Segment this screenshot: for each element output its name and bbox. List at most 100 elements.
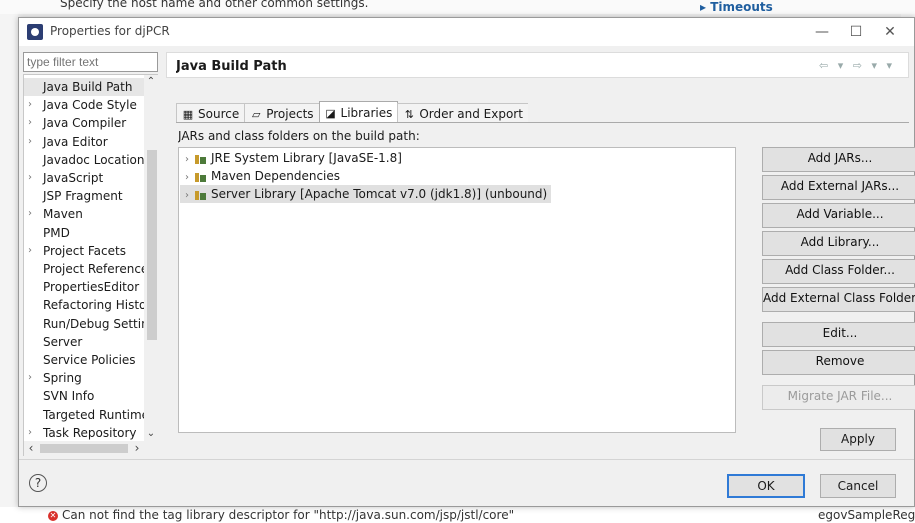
library-entry[interactable]: › Server Library [Apache Tomcat v7.0 (jdk… [180,185,552,205]
close-button[interactable]: ✕ [873,18,907,46]
migrate-jar-file-button[interactable]: Migrate JAR File... [762,385,915,410]
error-icon: ✕ [48,510,58,521]
library-icon [194,171,208,183]
apply-button[interactable]: Apply [820,428,896,451]
tree-item[interactable]: Service Policies [24,351,144,369]
tree-horizontal-scrollbar[interactable]: ‹ › [24,441,158,456]
scroll-right-icon[interactable]: › [130,441,144,456]
build-path-tabs: ▦ Source ▱ Projects ◪ Libraries ⇅ Order and Exp… [176,101,528,123]
add-class-folder-button[interactable]: Add Class Folder... [762,259,915,284]
tree-item-label: Refactoring History [43,298,144,313]
tree-item-label: Service Policies [43,353,136,367]
tree-item[interactable]: SVN Info [24,387,144,405]
tree-item-label: Java Code Style [43,98,137,113]
add-variable-button[interactable]: Add Variable... [762,203,915,228]
libraries-icon: ◪ [325,107,336,120]
expand-chevron-icon[interactable]: › [28,242,32,260]
edit-button[interactable]: Edit... [762,322,915,347]
tree-item[interactable]: Refactoring History [24,296,144,314]
library-icon [194,153,208,165]
tree-item-label: JavaScript [43,171,104,185]
expand-chevron-icon[interactable]: › [28,369,32,387]
minimize-button[interactable]: — [805,18,839,46]
scroll-up-icon[interactable]: ⌃ [144,75,158,89]
tree-item[interactable]: › JavaScript [24,169,144,187]
tab-label: Projects [266,107,314,121]
expand-chevron-icon[interactable]: › [28,96,32,114]
tree-item[interactable]: JSP Fragment [24,187,144,205]
scroll-down-icon[interactable]: ⌄ [144,427,158,441]
tree-item-label: JSP Fragment [43,189,123,204]
library-entry[interactable]: › Maven Dependencies [180,167,340,185]
tab-label: Source [198,107,240,121]
page-title: Java Build Path [176,59,287,74]
background-error-message[interactable]: ✕ Can not find the tag library descriptor… [48,508,514,522]
tree-item[interactable]: Run/Debug Settings [24,315,144,333]
tree-item-label: Java Editor [43,134,108,149]
tab-divider [176,122,909,123]
projects-icon: ▱ [251,108,261,121]
background-file-name[interactable]: egovSampleRegis [818,508,915,522]
library-label: Maven Dependencies [211,169,341,183]
tree-item-label: Targeted Runtimes [43,407,144,422]
expand-chevron-icon[interactable]: › [28,205,32,223]
expand-chevron-icon[interactable]: › [28,424,32,442]
tab-libraries[interactable]: ◪ Libraries [318,101,399,123]
tab-order-and-export[interactable]: ⇅ Order and Export [397,103,528,123]
page-header: Java Build Path ⇦ ▾ ⇨ ▾ ▾ [166,52,909,78]
tree-item[interactable]: › Java Compiler [24,114,144,132]
order-export-icon: ⇅ [404,108,414,121]
java-build-path-page: Java Build Path ⇦ ▾ ⇨ ▾ ▾ ▦ Source ▱ Projec… [166,46,915,452]
library-entry[interactable]: › JRE System Library [JavaSE-1.8] [180,149,402,167]
source-folder-icon: ▦ [182,108,194,121]
scroll-thumb[interactable] [147,150,157,340]
expand-chevron-icon[interactable]: › [28,133,32,151]
add-library-button[interactable]: Add Library... [762,231,915,256]
help-icon[interactable]: ? [29,474,47,492]
tree-item[interactable]: Java Build Path [24,78,144,96]
tree-item[interactable]: Project References [24,260,144,278]
add-external-class-folder-button[interactable]: Add External Class Folder... [762,287,915,312]
tree-item[interactable]: › Project Facets [24,242,144,260]
library-label: Server Library [Apache Tomcat v7.0 (jdk1… [211,187,548,201]
tree-item-label: PMD [43,225,70,240]
tree-vertical-scrollbar[interactable]: ⌃ ⌄ [144,75,158,441]
libraries-tree[interactable]: › JRE System Library [JavaSE-1.8] › Maven D… [178,147,736,433]
scroll-left-icon[interactable]: ‹ [24,441,38,456]
tree-item-label: Server [43,334,83,349]
tree-item[interactable]: Server [24,333,144,351]
tab-projects[interactable]: ▱ Projects [244,103,320,123]
tree-item[interactable]: › Spring [24,369,144,387]
tree-item-label: PropertiesEditor [43,280,140,295]
tab-source[interactable]: ▦ Source [176,103,246,123]
add-external-jars-button[interactable]: Add External JARs... [762,175,915,200]
scroll-thumb[interactable] [40,444,128,453]
tab-label: Order and Export [419,107,523,121]
tree-item[interactable]: Javadoc Location [24,151,144,169]
tree-item-label: Maven [43,207,83,222]
tree-item[interactable]: › Java Editor [24,133,144,151]
ok-button[interactable]: OK [727,474,805,498]
dialog-title: Properties for djPCR [50,24,170,38]
tree-item-label: Spring [43,371,82,386]
expand-chevron-icon[interactable]: › [28,169,32,187]
tree-item[interactable]: PropertiesEditor [24,278,144,296]
remove-button[interactable]: Remove [762,350,915,375]
add-jars-button[interactable]: Add JARs... [762,147,915,172]
expand-chevron-icon[interactable]: › [28,114,32,132]
tree-item-label: Java Build Path [43,80,133,94]
tree-item[interactable]: › Java Code Style [24,96,144,114]
eclipse-app-icon [27,24,43,40]
filter-input[interactable] [23,52,158,72]
library-label: JRE System Library [JavaSE-1.8] [211,151,402,165]
tree-item[interactable]: PMD [24,224,144,242]
maximize-button[interactable]: ☐ [839,18,873,46]
cancel-button[interactable]: Cancel [820,474,896,498]
background-timeouts-section[interactable]: ▸ Timeouts [700,0,773,14]
tree-item[interactable]: › Task Repository [24,424,144,442]
tree-item[interactable]: Targeted Runtimes [24,406,144,424]
history-navigation-arrows[interactable]: ⇦ ▾ ⇨ ▾ ▾ [819,59,895,72]
dialog-title-bar[interactable]: Properties for djPCR — ☐ ✕ [19,18,914,46]
tree-item[interactable]: › Maven [24,205,144,223]
expand-chevron-icon[interactable]: › [180,187,194,205]
